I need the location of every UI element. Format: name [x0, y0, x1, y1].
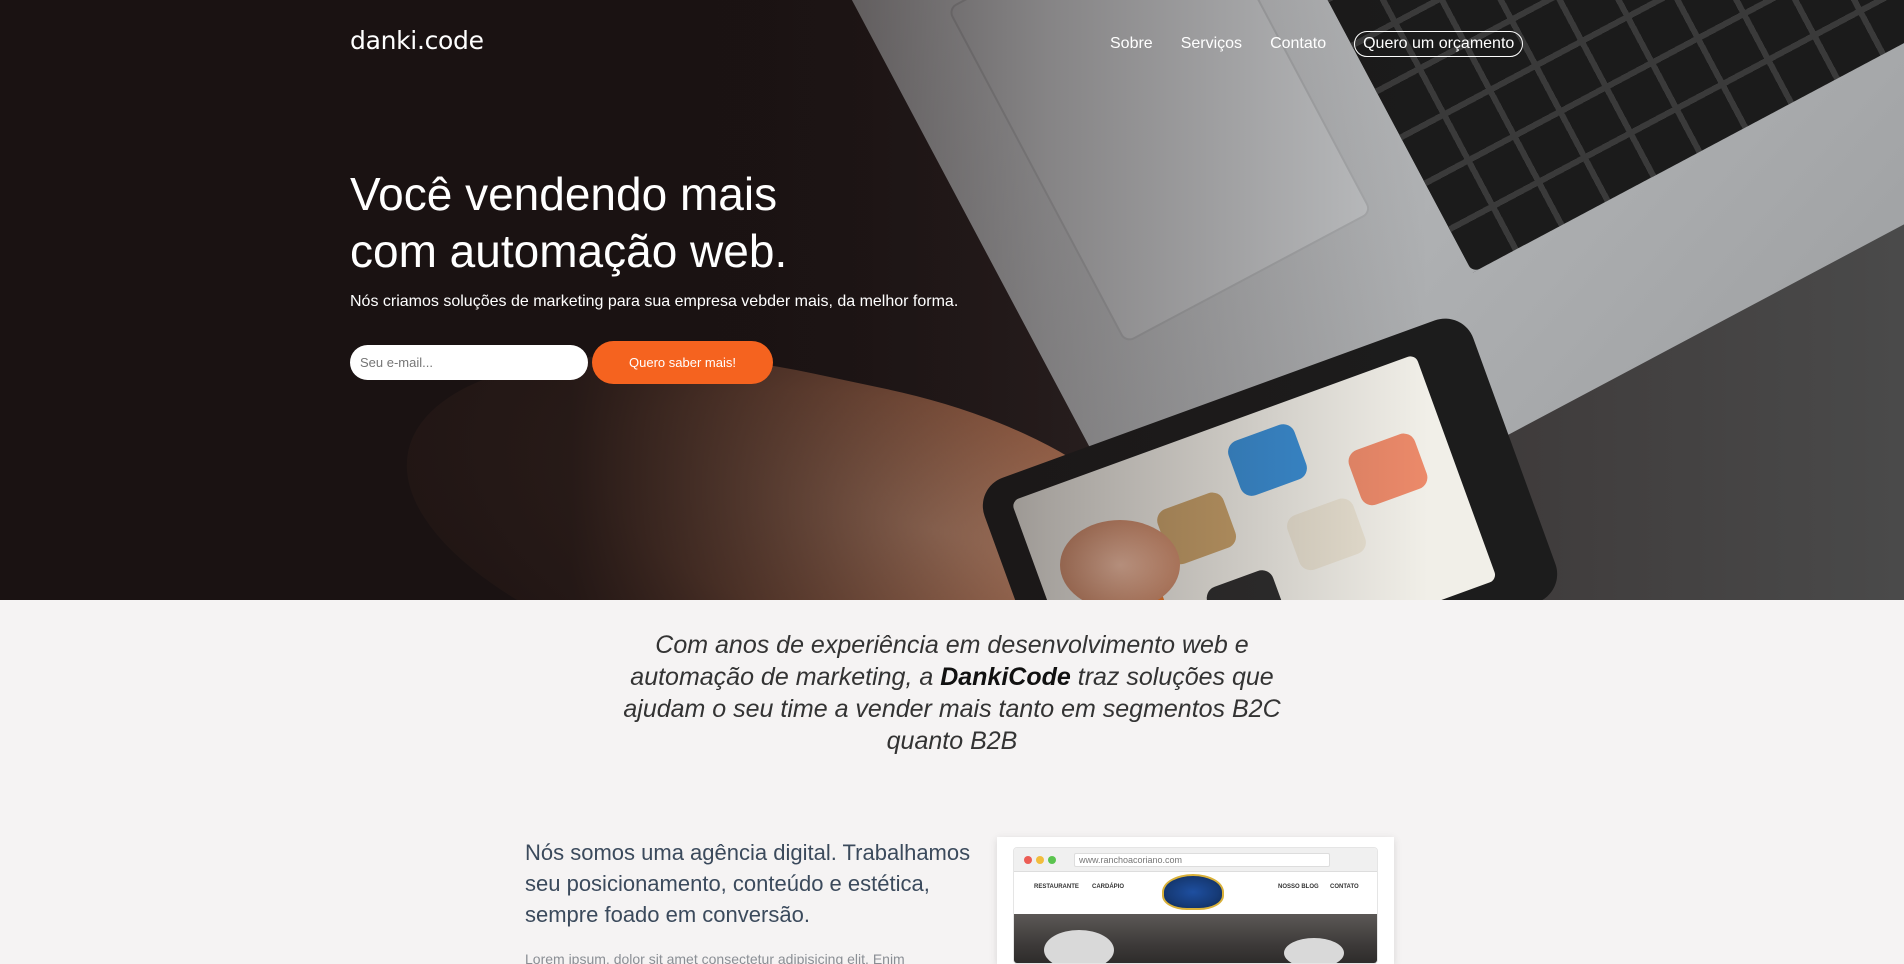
minimize-dot-icon	[1036, 856, 1044, 864]
email-input[interactable]	[350, 345, 588, 380]
nav-link-sobre[interactable]: Sobre	[1110, 35, 1153, 53]
browser-window: www.ranchoacoriano.com RESTAURANTE CARDÁ…	[1013, 847, 1378, 964]
mockup-nav-contato: CONTATO	[1330, 884, 1359, 890]
mockup-photo	[1014, 914, 1377, 963]
headline-line-1: Você vendendo mais	[350, 168, 778, 220]
intro-text: Com anos de experiência em desenvolvimen…	[610, 629, 1294, 757]
intro-brand: DankiCode	[940, 663, 1071, 691]
logo[interactable]: danki.code	[350, 26, 484, 55]
plate-image	[1284, 938, 1344, 963]
mockup-nav-restaurante: RESTAURANTE	[1034, 884, 1079, 890]
website-mockup: www.ranchoacoriano.com RESTAURANTE CARDÁ…	[997, 837, 1394, 964]
hero-section: danki.code Sobre Serviços Contato Quero …	[0, 0, 1904, 600]
nav-link-servicos[interactable]: Serviços	[1181, 35, 1242, 53]
quote-button[interactable]: Quero um orçamento	[1354, 31, 1524, 57]
mockup-logo	[1162, 874, 1224, 910]
headline-line-2: com automação web.	[350, 225, 788, 277]
agency-description: Lorem ipsum, dolor sit amet consectetur …	[525, 951, 905, 964]
agency-heading: Nós somos uma agência digital. Trabalham…	[525, 840, 971, 927]
mockup-nav-cardapio: CARDÁPIO	[1092, 884, 1125, 890]
hero-subtitle: Nós criamos soluções de marketing para s…	[350, 293, 959, 310]
maximize-dot-icon	[1048, 856, 1056, 864]
learn-more-button[interactable]: Quero saber mais!	[592, 341, 773, 384]
hero-headline: Você vendendo mais com automação web.	[350, 166, 970, 280]
browser-url: www.ranchoacoriano.com	[1074, 853, 1330, 867]
nav-link-contato[interactable]: Contato	[1270, 35, 1326, 53]
mockup-nav-blog: NOSSO BLOG	[1278, 884, 1319, 890]
close-dot-icon	[1024, 856, 1032, 864]
plate-image	[1044, 930, 1114, 963]
main-nav: Sobre Serviços Contato Quero um orçament…	[1110, 31, 1524, 57]
browser-toolbar: www.ranchoacoriano.com	[1014, 848, 1377, 872]
